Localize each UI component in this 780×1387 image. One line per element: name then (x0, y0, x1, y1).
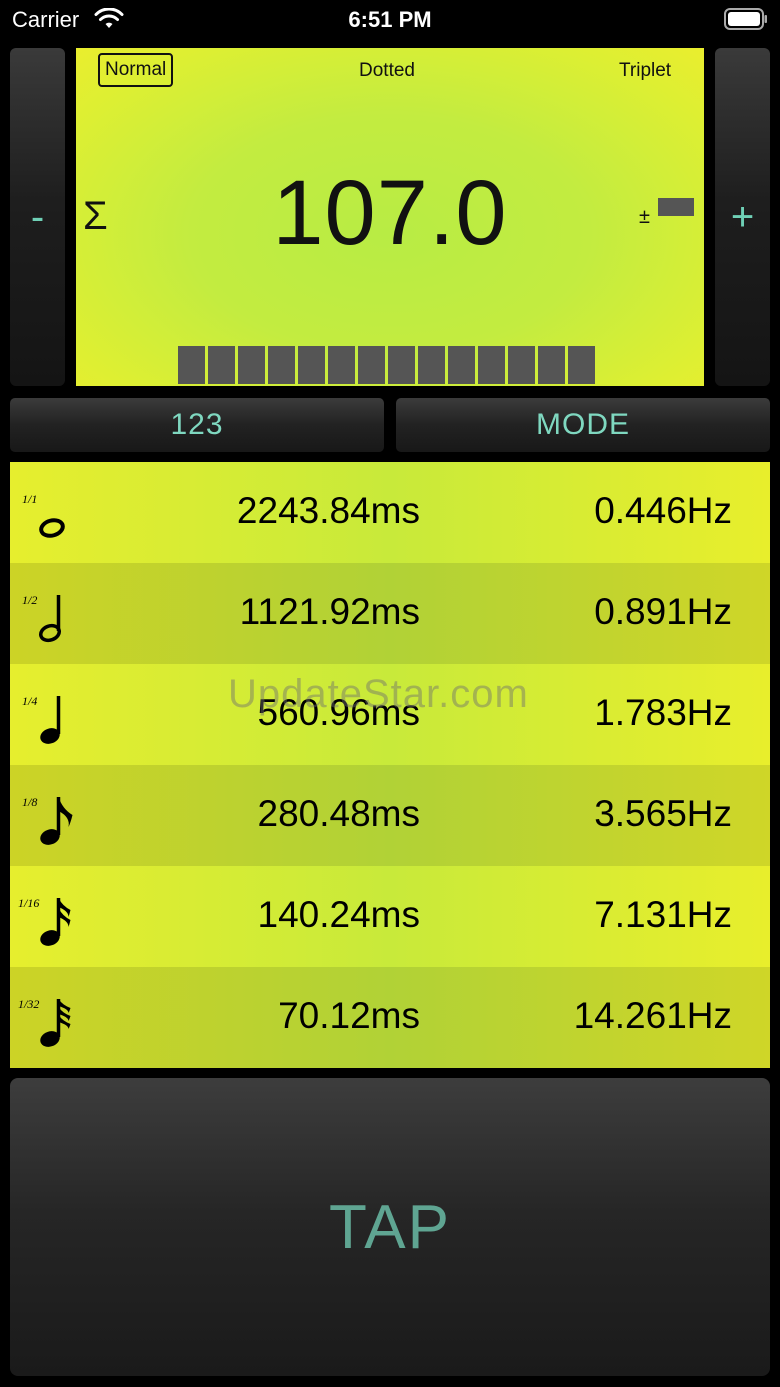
beat-segment (238, 346, 265, 384)
watermark: UpdateStar.com (228, 672, 529, 716)
sign-segment (658, 198, 694, 216)
beat-segment (508, 346, 535, 384)
mode-normal: Normal (98, 53, 174, 87)
note-row-sixteenth: 1/16 140.24ms 7.131Hz (10, 866, 770, 967)
bpm-value: 107.0 (272, 162, 508, 264)
clock: 6:51 PM (348, 7, 432, 32)
note-row-eighth: 1/8 280.48ms 3.565Hz (10, 765, 770, 866)
mode-button[interactable]: MODE (396, 398, 770, 452)
duration-ms: 140.24ms (257, 894, 421, 935)
duration-ms: 70.12ms (278, 995, 420, 1036)
beat-segment (268, 346, 295, 384)
beat-segment (178, 346, 205, 384)
beat-segment (208, 346, 235, 384)
note-row-half: 1/2 1121.92ms 0.891Hz (10, 563, 770, 664)
plus-label: + (730, 194, 755, 239)
numeric-input-button[interactable]: 123 (10, 398, 384, 452)
beat-segment (298, 346, 325, 384)
duration-ms: 1121.92ms (239, 591, 420, 632)
note-duration-table: 1/1 2243.84ms 0.446Hz 1/2 1121.92ms 0.89… (10, 462, 770, 1068)
eighth-note-icon (40, 797, 73, 845)
beat-segment (388, 346, 415, 384)
frequency-hz: 1.783Hz (594, 692, 732, 733)
beat-segment (418, 346, 445, 384)
duration-ms: 280.48ms (257, 793, 421, 834)
mode-dotted: Dotted (359, 60, 415, 81)
duration-ms: 2243.84ms (236, 490, 420, 531)
quarter-note-icon (40, 696, 61, 744)
note-row-whole: 1/1 2243.84ms 0.446Hz (10, 462, 770, 563)
tap-button[interactable]: TAP (10, 1078, 770, 1376)
plus-minus-indicator: ± (639, 206, 650, 228)
frequency-hz: 3.565Hz (594, 793, 732, 834)
decrease-bpm-button[interactable]: - (10, 48, 65, 386)
sixteenth-note-icon (40, 898, 71, 946)
increase-bpm-button[interactable]: + (715, 48, 770, 386)
status-bar: Carrier 6:51 PM (0, 0, 780, 40)
whole-note-icon (39, 518, 65, 538)
bpm-display[interactable]: Normal Dotted Triplet Σ 107.0 ± (76, 48, 704, 386)
beat-segment (358, 346, 385, 384)
beat-segment (328, 346, 355, 384)
minus-label: - (30, 194, 45, 239)
beat-segment (538, 346, 565, 384)
beat-segment (478, 346, 505, 384)
battery-icon (724, 8, 767, 30)
beat-segment (448, 346, 475, 384)
frequency-hz: 7.131Hz (594, 894, 732, 935)
thirty-second-note-icon (40, 999, 71, 1047)
frequency-hz: 14.261Hz (573, 995, 732, 1036)
mode-triplet: Triplet (619, 60, 672, 81)
beat-segments (178, 346, 595, 384)
note-row-thirty-second: 1/32 70.12ms 14.261Hz (10, 967, 770, 1068)
beat-segment (568, 346, 595, 384)
half-note-icon (39, 595, 61, 643)
frequency-hz: 0.891Hz (594, 591, 732, 632)
frequency-hz: 0.446Hz (594, 490, 732, 531)
